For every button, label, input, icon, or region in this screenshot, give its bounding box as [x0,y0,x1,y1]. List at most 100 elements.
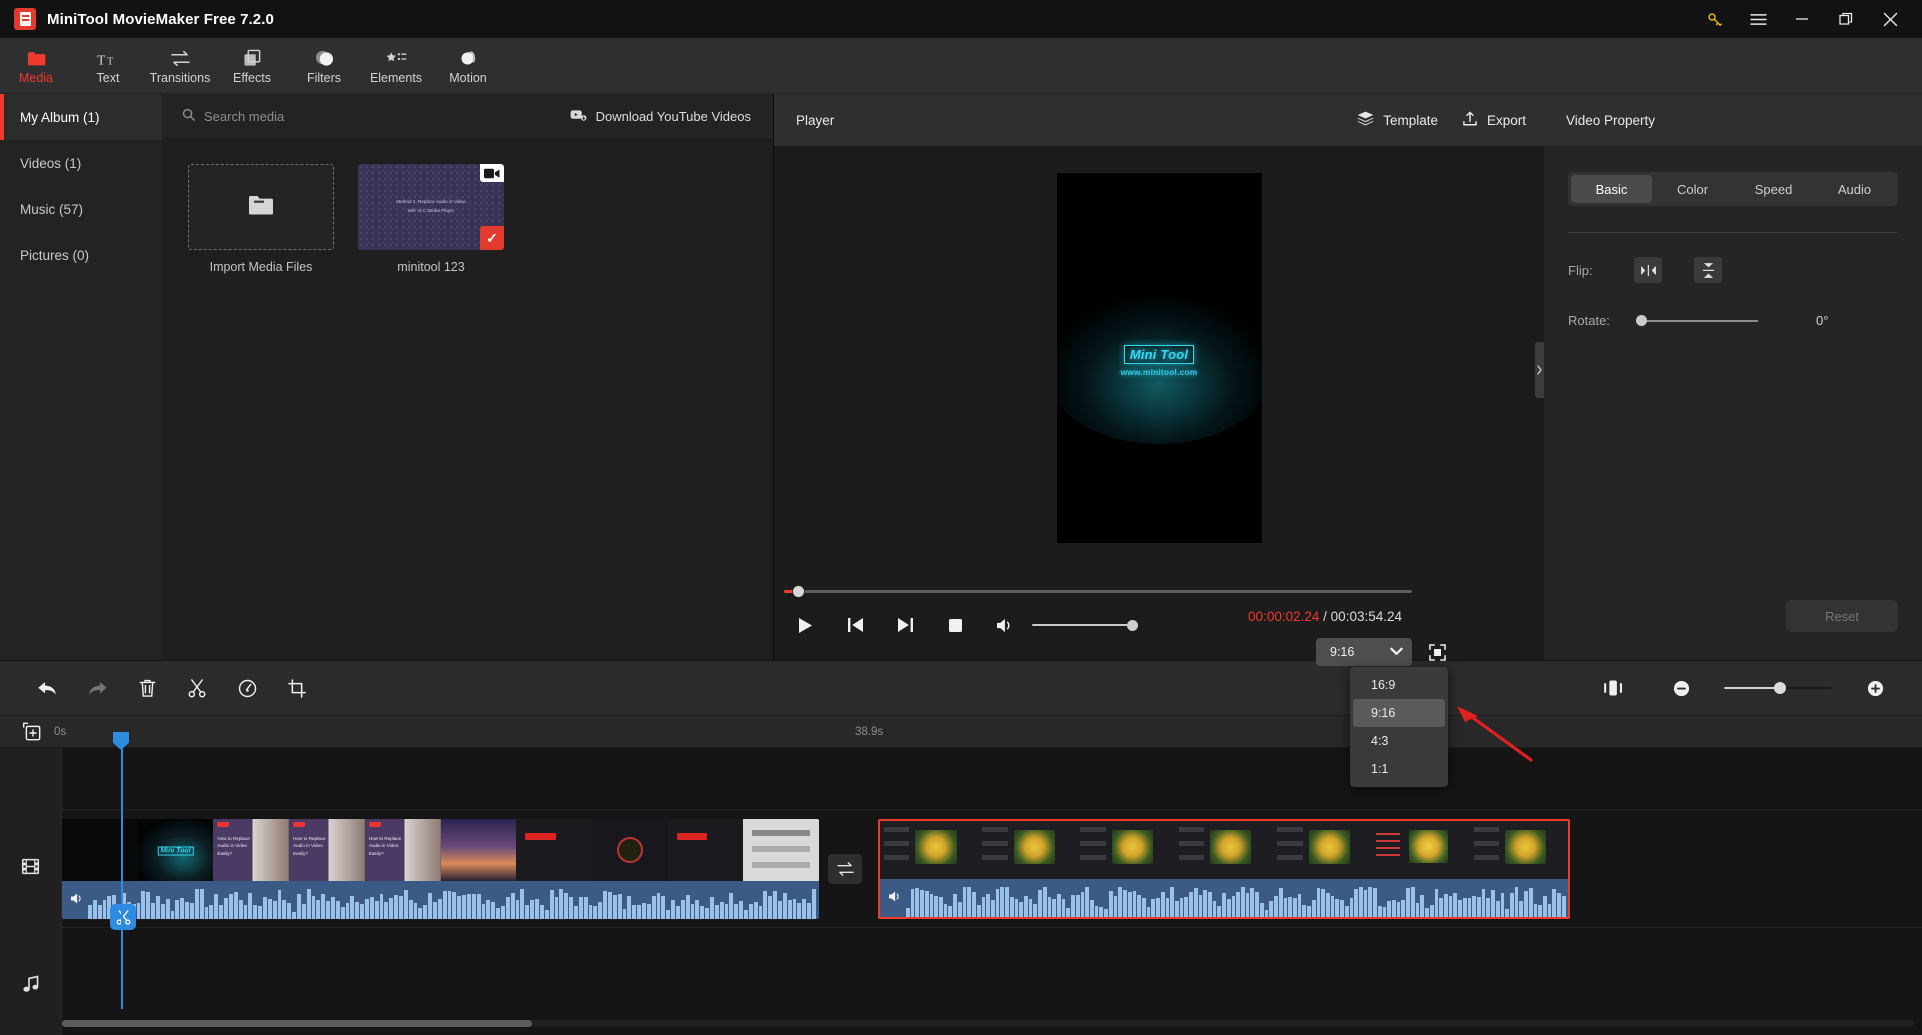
template-label: Template [1383,112,1438,128]
aspect-ratio-menu[interactable]: 16:9 9:16 4:3 1:1 [1350,667,1448,787]
transition-button[interactable] [828,854,862,884]
aspect-ratio-option-9-16[interactable]: 9:16 [1353,699,1445,727]
zoom-slider[interactable] [1724,682,1832,694]
tab-label: Transitions [149,70,211,85]
sidebar-item-videos[interactable]: Videos (1) [0,140,162,186]
flip-vertical-icon[interactable] [1694,257,1722,283]
redo-button[interactable] [72,671,122,705]
svg-text:T: T [97,52,106,67]
tab-label: Motion [449,70,487,85]
search-input[interactable] [204,109,444,124]
stop-button[interactable] [944,614,966,636]
rotate-handle[interactable] [1636,315,1647,326]
rotate-row: Rotate: 0° [1568,313,1898,328]
video-preview[interactable]: Mini Tool www.minitool.com [1056,173,1262,543]
playhead[interactable] [121,748,123,1009]
aspect-ratio-option-16-9[interactable]: 16:9 [1353,671,1445,699]
template-icon [1357,111,1374,129]
audio-track-body[interactable] [62,928,1922,1035]
restore-icon[interactable] [1824,0,1868,38]
scrollbar-thumb[interactable] [62,1020,532,1027]
zoom-out-icon[interactable] [1656,671,1706,705]
previous-frame-button[interactable] [844,614,866,636]
timeline-scrollbar[interactable] [62,1020,1914,1027]
audio-track-header[interactable] [0,928,62,1035]
zoom-in-icon[interactable] [1850,671,1900,705]
aspect-ratio-option-1-1[interactable]: 1:1 [1353,755,1445,783]
collapse-panel-button[interactable] [1535,342,1544,398]
video-clip-1[interactable] [62,819,819,919]
fit-to-timeline-icon[interactable] [1588,671,1638,705]
tab-label: Speed [1754,181,1793,197]
clip-mute-icon[interactable] [70,892,85,910]
download-youtube-button[interactable]: Download YouTube Videos [570,109,751,125]
timeline-ruler[interactable]: 0s 38.9s [0,716,1922,750]
search-box[interactable] [182,108,570,126]
player-panel: Player Template Export Mini Tool www.min… [774,94,1544,787]
tab-text[interactable]: T T Text [72,38,144,94]
tab-color[interactable]: Color [1652,175,1733,203]
option-label: 16:9 [1371,678,1396,692]
flip-horizontal-icon[interactable] [1634,257,1662,283]
export-button[interactable]: Export [1462,111,1526,130]
export-label: Export [1486,112,1526,128]
crop-button[interactable] [272,671,322,705]
zoom-handle[interactable] [1774,682,1786,694]
minimize-icon[interactable] [1780,0,1824,38]
tab-media[interactable]: Media [0,38,72,94]
timeline-toolbar [0,660,1922,716]
tab-motion[interactable]: Motion [432,38,504,94]
volume-icon[interactable] [994,614,1016,636]
tab-elements[interactable]: Elements [360,38,432,94]
clip-mute-icon[interactable] [888,890,903,908]
seek-handle[interactable] [793,585,804,597]
reset-button[interactable]: Reset [1786,600,1898,632]
close-icon[interactable] [1868,0,1912,38]
tab-audio[interactable]: Audio [1814,175,1895,203]
media-tile-minitool-123[interactable]: Method 2. Replace Audio in Video with VL… [358,164,504,274]
key-icon[interactable] [1692,0,1736,38]
tab-label: Color [1676,181,1709,197]
sidebar-item-pictures[interactable]: Pictures (0) [0,232,162,278]
hamburger-menu-icon[interactable] [1736,0,1780,38]
import-media-tile[interactable]: Import Media Files [188,164,334,274]
next-frame-button[interactable] [894,614,916,636]
tab-speed[interactable]: Speed [1733,175,1814,203]
title-track-body[interactable] [62,748,1922,809]
category-label: Pictures (0) [20,247,90,263]
category-label: Music (57) [20,201,84,217]
play-button[interactable] [794,614,816,636]
total-time: 00:03:54.24 [1330,609,1402,624]
speed-button[interactable] [222,671,272,705]
clip-audio-waveform [880,879,1568,917]
sidebar-item-my-album[interactable]: My Album (1) [0,94,162,140]
preview-stage: Mini Tool www.minitool.com [774,146,1544,570]
delete-button[interactable] [122,671,172,705]
volume-handle[interactable] [1127,619,1138,631]
rotate-slider[interactable] [1636,315,1758,327]
volume-slider[interactable] [1032,619,1138,631]
aspect-ratio-option-4-3[interactable]: 4:3 [1353,727,1445,755]
video-property-panel: Video Property Basic Color Speed Audio F… [1535,94,1922,660]
waveform-bars [88,889,817,919]
split-button[interactable] [172,671,222,705]
tab-transitions[interactable]: Transitions [144,38,216,94]
video-clip-2[interactable] [878,819,1570,919]
preview-url-text: www.minitool.com [1120,367,1198,377]
effects-icon [243,47,262,67]
ruler-mark-38-9s: 38.9s [855,725,884,738]
fullscreen-icon[interactable] [1426,641,1448,663]
template-button[interactable]: Template [1357,111,1438,129]
video-track-header[interactable] [0,810,62,928]
option-label: 9:16 [1371,706,1396,720]
sidebar-item-music[interactable]: Music (57) [0,186,162,232]
tab-effects[interactable]: Effects [216,38,288,94]
tab-filters[interactable]: Filters [288,38,360,94]
split-marker-icon[interactable] [110,904,136,930]
aspect-ratio-select[interactable]: 9:16 [1316,638,1412,666]
video-track-body[interactable] [62,810,1922,930]
seek-bar[interactable] [784,584,1412,598]
tab-basic[interactable]: Basic [1571,175,1652,203]
undo-button[interactable] [22,671,72,705]
add-media-icon[interactable] [0,722,62,741]
